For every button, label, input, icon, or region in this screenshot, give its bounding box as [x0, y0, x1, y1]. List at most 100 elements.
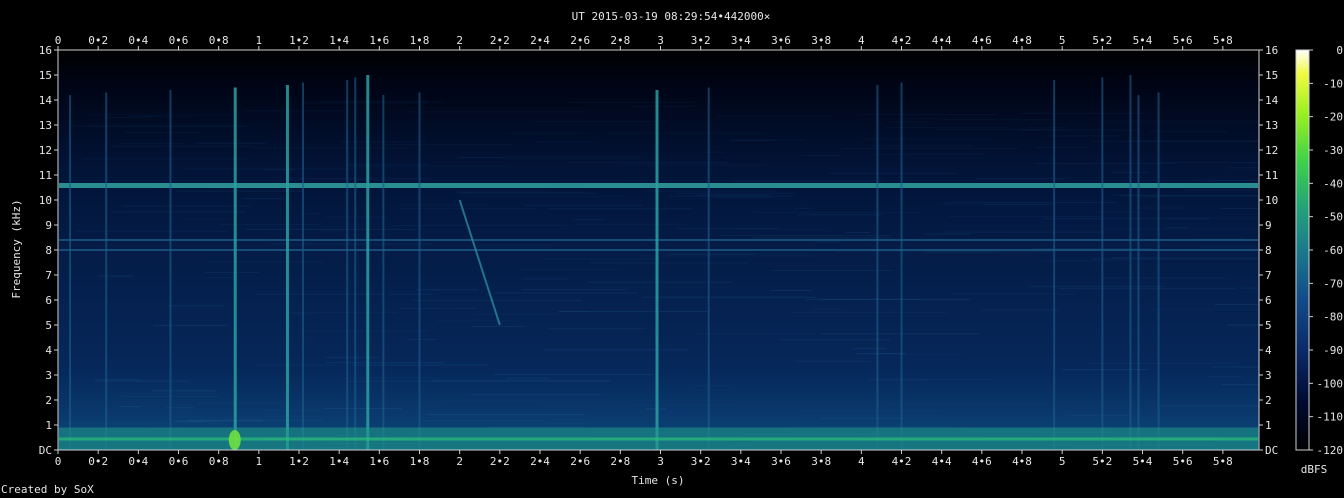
noise-streak	[177, 421, 203, 423]
noise-streak	[263, 410, 323, 412]
colorbar-tick-label: -10	[1323, 77, 1343, 90]
noise-streak	[389, 293, 433, 295]
noise-streak	[104, 116, 146, 118]
noise-streak	[406, 338, 438, 340]
x-tick-label: 4	[858, 34, 865, 47]
x-tick-label: 3•2	[691, 34, 711, 47]
x-tick-label: 3•6	[771, 34, 791, 47]
noise-streak	[524, 204, 643, 206]
x-tick-label: 5	[1059, 34, 1066, 47]
noise-streak	[1091, 258, 1259, 260]
noise-streak	[898, 118, 947, 120]
noise-streak	[546, 422, 592, 424]
noise-streak	[246, 229, 416, 231]
noise-streak	[432, 380, 611, 382]
noise-streak	[703, 151, 725, 153]
noise-streak	[1148, 195, 1259, 197]
noise-streak	[801, 155, 840, 157]
noise-streak	[770, 270, 894, 272]
x-tick-label: 4•2	[892, 34, 912, 47]
noise-streak	[694, 385, 731, 387]
y-tick-label: 13	[39, 119, 52, 132]
noise-streak	[112, 211, 246, 213]
noise-streak	[590, 262, 750, 264]
noise-streak	[256, 364, 336, 366]
x-tick-label: 3•2	[691, 455, 711, 468]
noise-streak	[1102, 120, 1259, 122]
x-tick-label: 2•2	[490, 34, 510, 47]
x-tick-label: 0•4	[128, 34, 148, 47]
impulse-line	[1137, 95, 1140, 450]
noise-streak	[59, 423, 179, 425]
noise-streak	[778, 339, 891, 341]
noise-streak	[522, 278, 568, 280]
noise-streak	[720, 235, 891, 237]
noise-streak	[696, 333, 815, 335]
y-tick-label: 2	[1265, 394, 1272, 407]
impulse-line	[285, 85, 289, 450]
y-tick-label: 7	[1265, 269, 1272, 282]
x-tick-label: 1•2	[289, 34, 309, 47]
noise-streak	[93, 380, 189, 382]
noise-streak	[1220, 208, 1259, 210]
colorbar-tick-label: -110	[1317, 411, 1344, 424]
noise-streak	[506, 377, 549, 379]
noise-streak	[454, 191, 585, 193]
noise-streak	[122, 205, 253, 207]
chart-title: UT 2015-03-19 08:29:54•442000×	[572, 10, 771, 23]
colorbar-tick-label: -60	[1323, 244, 1343, 257]
noise-streak	[176, 190, 305, 192]
noise-streak	[243, 198, 284, 200]
noise-streak	[471, 394, 603, 396]
impulse-line	[354, 77, 357, 450]
noise-streak	[678, 227, 779, 229]
noise-streak	[398, 308, 477, 310]
noise-streak	[348, 164, 429, 166]
noise-streak	[1214, 303, 1259, 305]
x-tick-label: 1•6	[369, 34, 389, 47]
x-tick-label: 0•4	[128, 455, 148, 468]
noise-streak	[1067, 415, 1132, 417]
noise-streak	[82, 125, 249, 127]
noise-streak	[174, 420, 263, 422]
noise-streak	[96, 379, 142, 381]
noise-streak	[1034, 163, 1177, 165]
x-tick-label: 4•6	[972, 455, 992, 468]
noise-streak	[676, 192, 795, 194]
impulse-line	[346, 80, 349, 450]
noise-streak	[475, 313, 559, 315]
y-tick-label: DC	[1265, 444, 1278, 457]
noise-streak	[819, 333, 980, 335]
y-tick-label: 10	[1265, 194, 1278, 207]
noise-streak	[242, 110, 345, 112]
noise-streak	[1148, 309, 1259, 311]
noise-streak	[77, 230, 228, 232]
x-ticks-bottom: 0 0•2 0•4 0•6 0•8 1 1•2 1•4 1•6 1•8 2 2•2 2•4 2•6 2•8 3…	[55, 450, 1233, 468]
noise-streak	[806, 298, 970, 300]
noise-streak	[924, 233, 971, 235]
x-tick-label: 2•8	[610, 34, 630, 47]
impulse-line	[900, 82, 903, 450]
colorbar-tick-label: -40	[1323, 177, 1343, 190]
impulse-line	[169, 90, 172, 450]
noise-streak	[568, 161, 727, 163]
x-tick-label: 1•8	[410, 455, 430, 468]
x-tick-label: 0	[55, 34, 62, 47]
y-tick-label: 8	[45, 244, 52, 257]
noise-streak	[398, 204, 489, 206]
colorbar-gradient	[1295, 49, 1310, 451]
noise-streak	[858, 113, 996, 115]
y-tick-label: 13	[1265, 119, 1278, 132]
noise-streak	[257, 293, 384, 295]
tonal-line	[59, 183, 1258, 188]
noise-streak	[842, 148, 1019, 150]
noise-streak	[119, 143, 183, 145]
noise-streak	[111, 145, 255, 147]
colorbar-ticks: 0 -10 -20 -30 -40 -50 -60 -70 -80 -90 -100 -110 -120	[1309, 44, 1343, 457]
y-tick-label: 4	[45, 344, 52, 357]
noise-streak	[607, 132, 766, 134]
noise-streak	[151, 390, 216, 392]
x-tick-label: 5•4	[1133, 34, 1153, 47]
noise-streak	[1211, 366, 1259, 368]
impulse-line	[302, 82, 305, 450]
